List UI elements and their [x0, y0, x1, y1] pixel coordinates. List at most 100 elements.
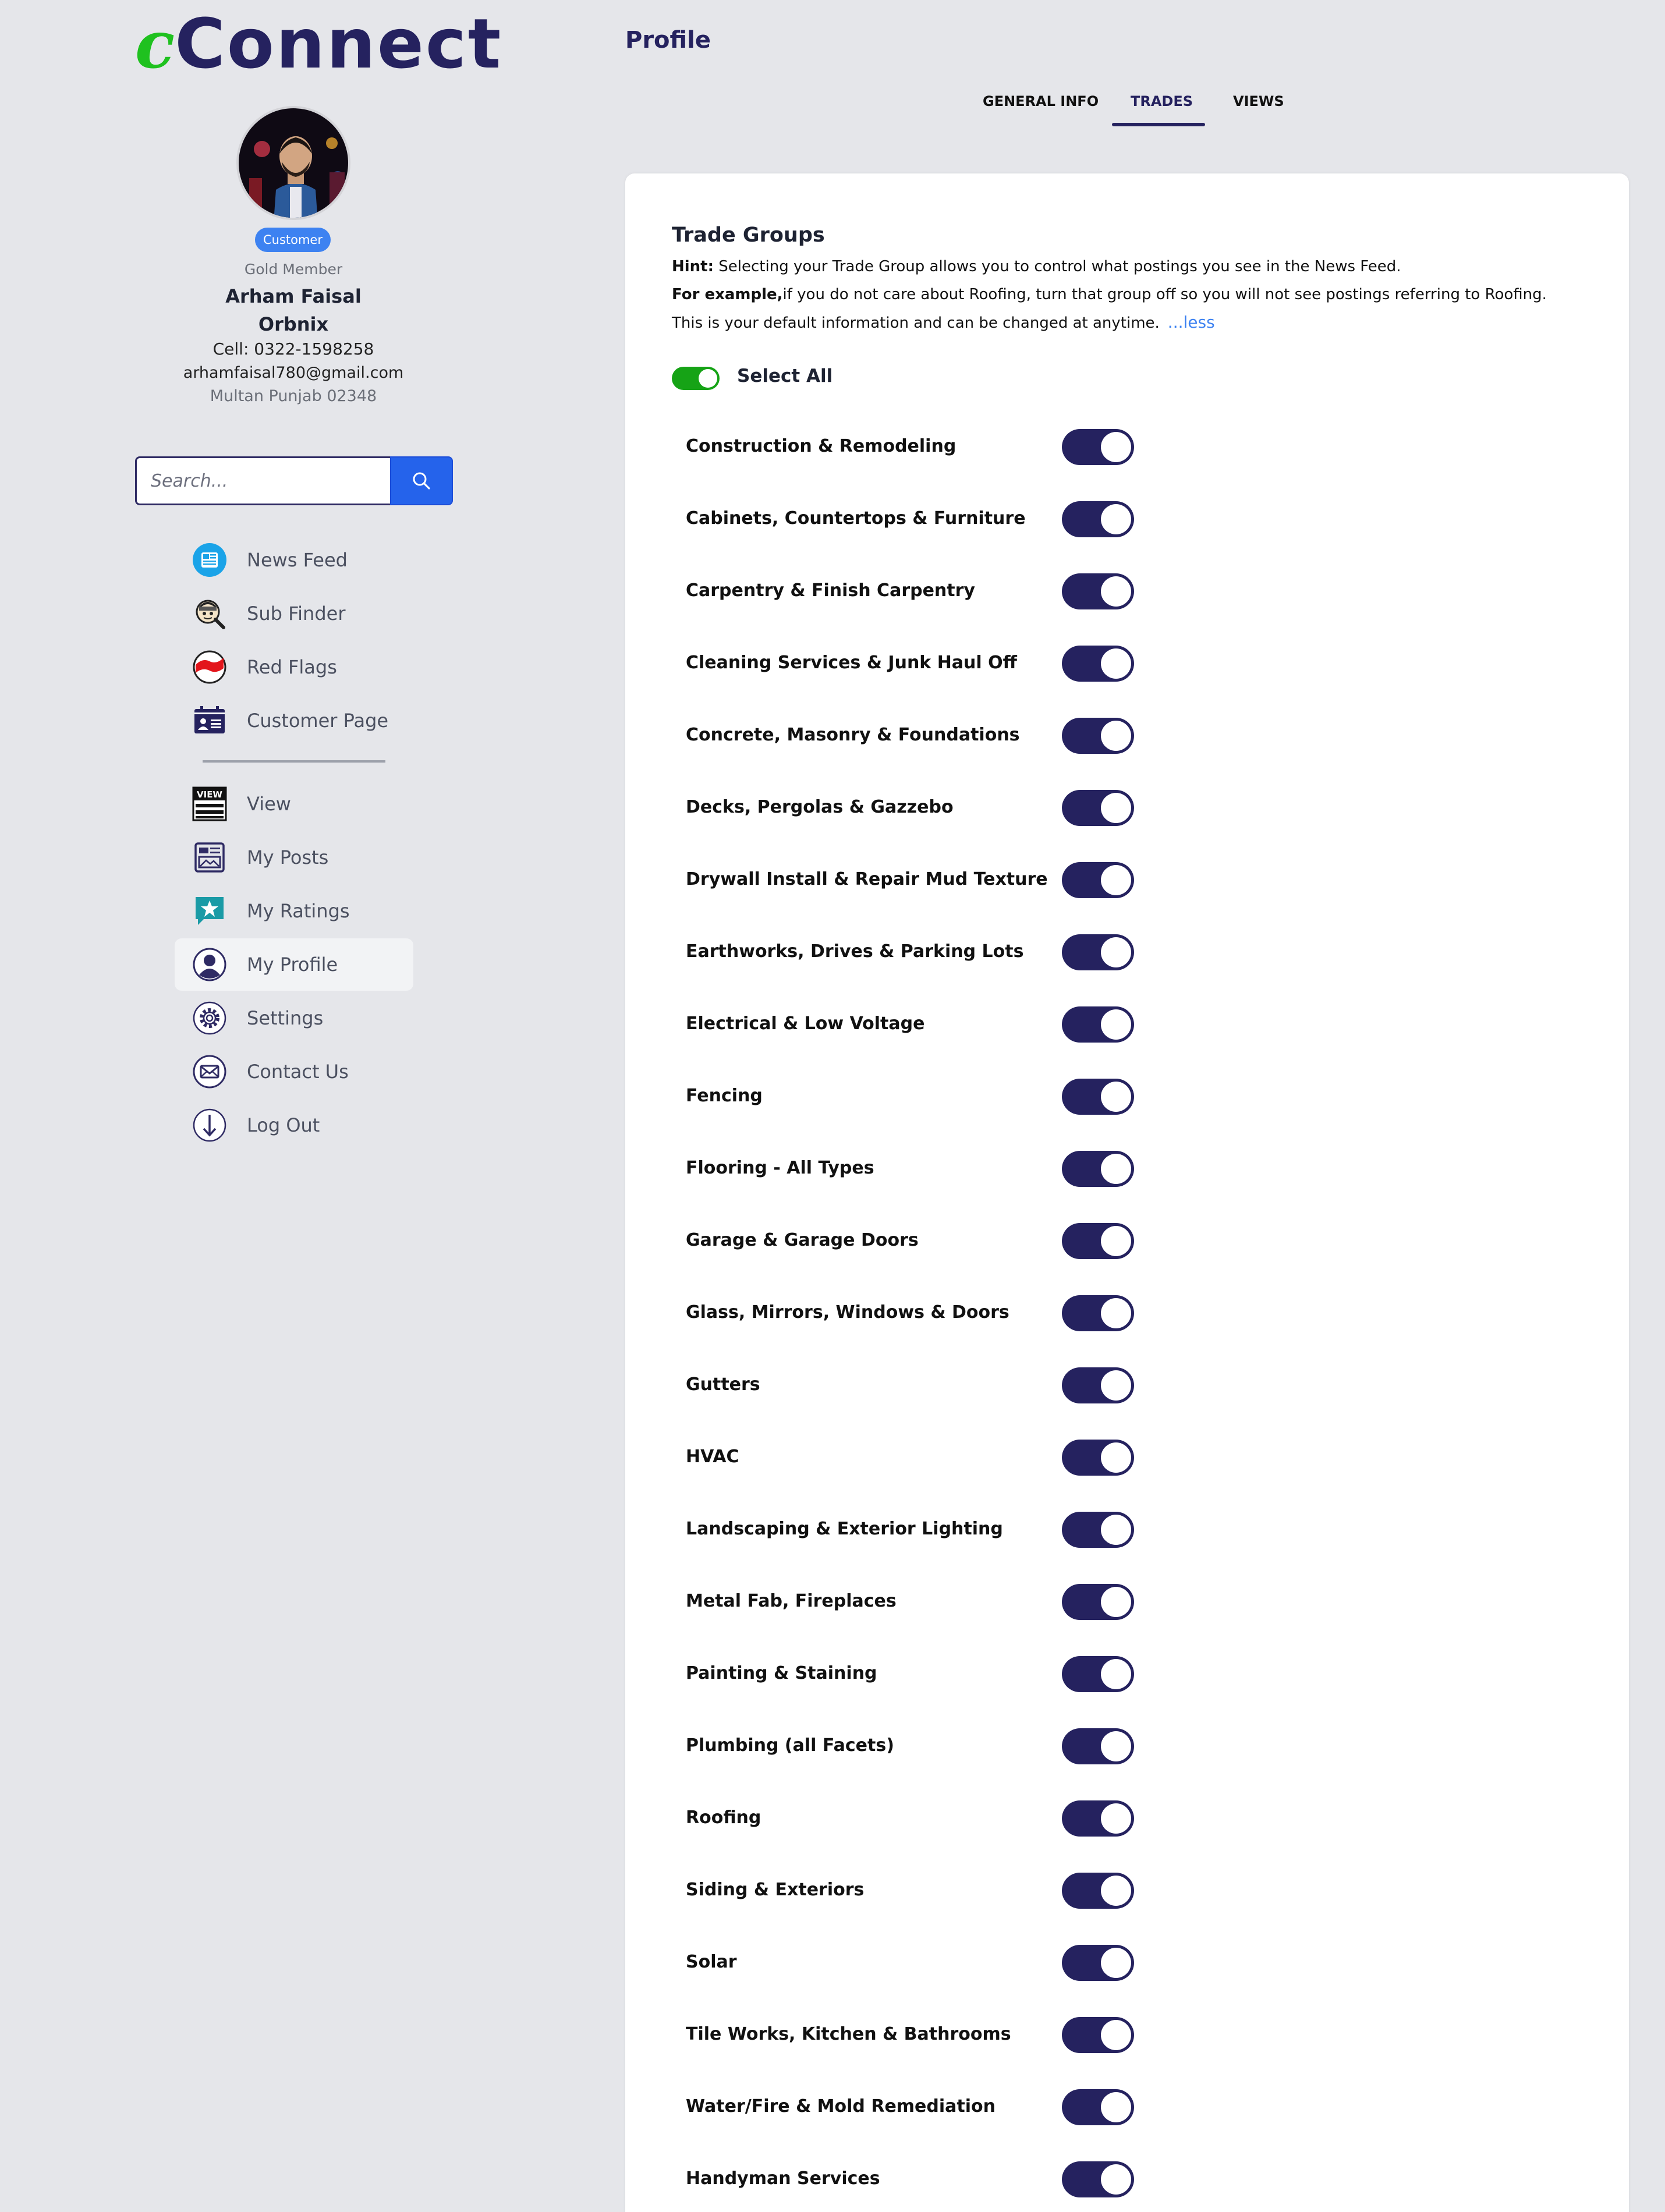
nav-item-my-posts[interactable]: My Posts — [175, 831, 413, 884]
search-button[interactable] — [390, 456, 453, 505]
select-all-toggle[interactable] — [672, 367, 720, 390]
trade-group-label: Drywall Install & Repair Mud Texture — [686, 869, 1048, 889]
red-flag-icon — [193, 650, 226, 684]
trade-group-toggle[interactable] — [1062, 790, 1134, 826]
avatar[interactable] — [236, 106, 350, 220]
role-badge: Customer — [255, 228, 331, 252]
my-ratings-icon — [196, 897, 224, 925]
nav-item-news-feed[interactable]: News Feed — [175, 534, 413, 586]
trade-group-row: Construction & Remodeling — [672, 423, 1196, 470]
trade-group-row: Solar — [672, 1939, 1196, 1986]
toggle-knob — [1101, 2020, 1131, 2050]
trade-group-toggle[interactable] — [1062, 1656, 1134, 1692]
trade-group-label: Plumbing (all Facets) — [686, 1735, 894, 1756]
default-body: This is your default information and can… — [672, 314, 1160, 332]
nav-item-my-ratings[interactable]: My Ratings — [175, 885, 413, 937]
trade-group-row: Garage & Garage Doors — [672, 1217, 1196, 1264]
search-icon — [413, 472, 430, 490]
trade-group-label: Fencing — [686, 1086, 763, 1106]
brand-logo[interactable]: cConnect — [135, 3, 502, 85]
contact-icon — [193, 1055, 226, 1089]
toggle-knob — [1101, 1876, 1131, 1906]
trade-group-toggle[interactable] — [1062, 1873, 1134, 1909]
nav-item-log-out[interactable]: Log Out — [175, 1099, 413, 1151]
less-link[interactable]: ...less — [1168, 313, 1215, 332]
trade-group-toggle[interactable] — [1062, 862, 1134, 898]
news-feed-icon — [193, 543, 226, 577]
nav-label: Red Flags — [247, 656, 337, 678]
user-address: Multan Punjab 02348 — [210, 387, 377, 405]
customer-page-icon — [194, 706, 225, 733]
toggle-knob — [1101, 1587, 1131, 1617]
trade-group-label: Decks, Pergolas & Gazzebo — [686, 797, 954, 817]
nav-item-my-profile[interactable]: My Profile — [175, 938, 413, 991]
trade-group-row: Handyman Services — [672, 2156, 1196, 2202]
trade-groups-title: Trade Groups — [672, 224, 825, 247]
trade-group-toggle[interactable] — [1062, 934, 1134, 970]
trade-group-row: Electrical & Low Voltage — [672, 1001, 1196, 1047]
trade-group-toggle[interactable] — [1062, 573, 1134, 609]
trade-group-toggle[interactable] — [1062, 1800, 1134, 1837]
trade-group-toggle[interactable] — [1062, 646, 1134, 682]
select-all-label: Select All — [737, 366, 833, 387]
trade-group-toggle[interactable] — [1062, 1945, 1134, 1981]
hint-text: Hint: Selecting your Trade Group allows … — [672, 258, 1401, 275]
trade-group-label: Carpentry & Finish Carpentry — [686, 580, 975, 601]
trade-group-label: Garage & Garage Doors — [686, 1230, 919, 1250]
tab-trades[interactable]: TRADES — [1131, 93, 1193, 109]
trade-group-toggle[interactable] — [1062, 2089, 1134, 2125]
nav-item-red-flags[interactable]: Red Flags — [175, 641, 413, 693]
example-body: if you do not care about Roofing, turn t… — [782, 286, 1547, 303]
app-root: cConnect Customer Gold Member Arham Fais… — [0, 0, 1665, 2212]
trade-group-label: Glass, Mirrors, Windows & Doors — [686, 1302, 1009, 1323]
trade-group-toggle[interactable] — [1062, 1584, 1134, 1620]
toggle-knob — [1101, 576, 1131, 607]
trade-group-label: Flooring - All Types — [686, 1158, 874, 1178]
trade-group-row: Glass, Mirrors, Windows & Doors — [672, 1289, 1196, 1336]
nav-label: Log Out — [247, 1114, 320, 1136]
my-profile-icon — [193, 948, 226, 981]
trade-group-row: Cleaning Services & Junk Haul Off — [672, 640, 1196, 686]
trade-group-toggle[interactable] — [1062, 1079, 1134, 1115]
trade-group-label: Water/Fire & Mold Remediation — [686, 2096, 996, 2117]
toggle-knob — [1101, 1298, 1131, 1328]
toggle-knob — [699, 369, 717, 388]
nav-label: My Profile — [247, 953, 338, 976]
toggle-knob — [1101, 1803, 1131, 1834]
nav-item-settings[interactable]: Settings — [175, 992, 413, 1044]
trade-group-toggle[interactable] — [1062, 429, 1134, 465]
trade-group-toggle[interactable] — [1062, 1367, 1134, 1403]
hint-label: Hint: — [672, 258, 714, 275]
trade-group-row: Water/Fire & Mold Remediation — [672, 2083, 1196, 2130]
trade-group-toggle[interactable] — [1062, 1728, 1134, 1764]
nav-label: My Posts — [247, 846, 329, 869]
trade-group-toggle[interactable] — [1062, 2161, 1134, 2197]
search-input[interactable] — [135, 456, 390, 505]
svg-text:VIEW: VIEW — [197, 789, 222, 800]
trade-group-toggle[interactable] — [1062, 1440, 1134, 1476]
tab-views[interactable]: VIEWS — [1233, 93, 1284, 109]
trade-group-toggle[interactable] — [1062, 1006, 1134, 1043]
toggle-knob — [1101, 648, 1131, 679]
trade-group-toggle[interactable] — [1062, 1223, 1134, 1259]
tab-general-info[interactable]: GENERAL INFO — [983, 93, 1099, 109]
trade-group-label: Solar — [686, 1952, 737, 1972]
nav-item-sub-finder[interactable]: Sub Finder — [175, 587, 413, 640]
trade-group-row: Flooring - All Types — [672, 1145, 1196, 1192]
user-cell: Cell: 0322-1598258 — [212, 339, 374, 359]
trade-group-toggle[interactable] — [1062, 718, 1134, 754]
nav-item-contact-us[interactable]: Contact Us — [175, 1045, 413, 1098]
nav-item-customer-page[interactable]: Customer Page — [175, 694, 413, 747]
nav-item-view[interactable]: VIEW View — [175, 778, 413, 830]
trade-group-toggle[interactable] — [1062, 2017, 1134, 2053]
trade-group-toggle[interactable] — [1062, 1151, 1134, 1187]
example-label: For example, — [672, 286, 783, 303]
trade-group-label: Cabinets, Countertops & Furniture — [686, 508, 1026, 529]
trade-group-toggle[interactable] — [1062, 1295, 1134, 1331]
toggle-knob — [1101, 1009, 1131, 1040]
trade-group-label: Painting & Staining — [686, 1663, 877, 1683]
trade-group-label: Earthworks, Drives & Parking Lots — [686, 941, 1024, 962]
logo-wordmark: Connect — [175, 3, 503, 84]
trade-group-toggle[interactable] — [1062, 1512, 1134, 1548]
trade-group-toggle[interactable] — [1062, 501, 1134, 537]
